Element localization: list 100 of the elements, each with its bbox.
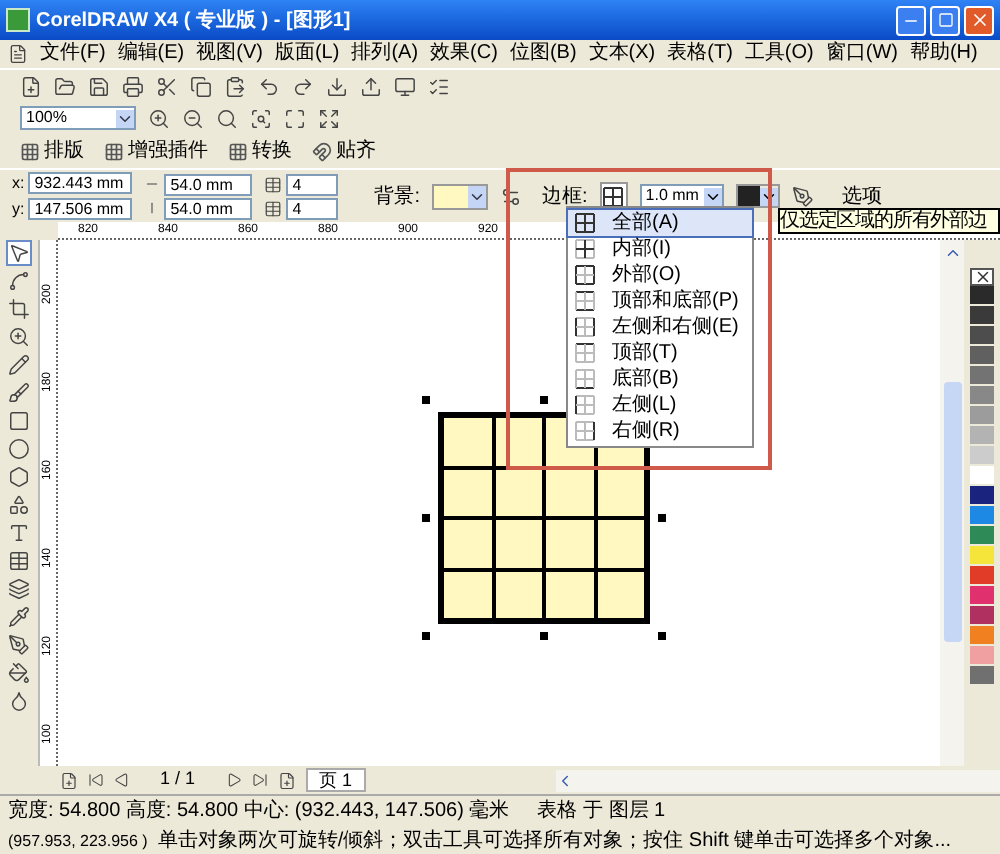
- menu-item[interactable]: 外部(O): [568, 262, 752, 288]
- color-swatch[interactable]: [970, 626, 994, 646]
- printer-icon[interactable]: [122, 75, 144, 97]
- menu-item[interactable]: 左侧(L): [568, 392, 752, 418]
- no-color-swatch[interactable]: [970, 268, 994, 286]
- toolbar-button[interactable]: 转换: [228, 136, 292, 166]
- selection-handle[interactable]: [422, 632, 430, 640]
- paint-bucket-icon[interactable]: [8, 662, 30, 684]
- zoom-fit-icon[interactable]: [284, 107, 306, 129]
- scroll-up-icon[interactable]: [943, 244, 961, 262]
- color-swatch[interactable]: [970, 486, 994, 506]
- color-swatch[interactable]: [970, 406, 994, 426]
- polygon-icon[interactable]: [8, 466, 30, 488]
- text-tool-icon[interactable]: [8, 522, 30, 544]
- width-field[interactable]: 54.0 mm: [164, 173, 253, 195]
- menu-item[interactable]: 窗口(W): [825, 42, 898, 66]
- fill-settings-icon[interactable]: [500, 185, 523, 207]
- height-field[interactable]: 54.0 mm: [164, 197, 253, 219]
- zoom-out-icon[interactable]: [182, 107, 204, 129]
- table-icon[interactable]: [8, 550, 30, 572]
- search-icon[interactable]: [216, 107, 238, 129]
- maximize-button[interactable]: [930, 5, 960, 35]
- menu-item[interactable]: 文本(X): [588, 42, 656, 66]
- menu-item[interactable]: 表格(T): [667, 42, 733, 66]
- menu-item[interactable]: 全部(A): [568, 210, 752, 236]
- menu-item[interactable]: 效果(C): [430, 42, 498, 66]
- eyedropper-icon[interactable]: [8, 606, 30, 628]
- folder-icon[interactable]: [54, 75, 76, 97]
- monitor-icon[interactable]: [394, 75, 416, 97]
- import-icon[interactable]: [326, 75, 348, 97]
- y-field[interactable]: 147.506 mm: [28, 198, 133, 220]
- pencil-icon[interactable]: [8, 354, 30, 376]
- last-page-icon[interactable]: [251, 772, 268, 788]
- list-icon[interactable]: [428, 75, 450, 97]
- paste-icon[interactable]: [224, 75, 246, 97]
- color-swatch[interactable]: [970, 346, 994, 366]
- vertical-scrollbar[interactable]: [940, 240, 964, 766]
- color-swatch[interactable]: [970, 566, 994, 586]
- pointer-icon[interactable]: [8, 242, 30, 264]
- toolbar-button[interactable]: 贴齐: [312, 136, 376, 166]
- table[interactable]: [438, 412, 650, 624]
- options-button[interactable]: 选项: [841, 181, 882, 211]
- background-color-picker[interactable]: [432, 183, 489, 209]
- crop-icon[interactable]: [8, 298, 30, 320]
- rows-field[interactable]: 4: [286, 173, 339, 195]
- droplet-icon[interactable]: [8, 690, 30, 712]
- save-icon[interactable]: [88, 75, 110, 97]
- color-swatch[interactable]: [970, 286, 994, 306]
- columns-field[interactable]: 4: [286, 197, 339, 219]
- selection-handle[interactable]: [540, 632, 548, 640]
- selection-handle[interactable]: [658, 632, 666, 640]
- menu-item[interactable]: 左侧和右侧(E): [568, 314, 752, 340]
- first-page-icon[interactable]: [88, 772, 104, 788]
- selection-handle[interactable]: [422, 396, 430, 404]
- color-swatch[interactable]: [970, 506, 994, 526]
- menu-item[interactable]: 编辑(E): [117, 42, 185, 66]
- zoom-icon[interactable]: [8, 326, 30, 348]
- horizontal-scrollbar[interactable]: [556, 769, 1000, 791]
- previous-page-icon[interactable]: [114, 772, 130, 788]
- toolbar-button[interactable]: 增强插件: [104, 136, 208, 166]
- menu-item[interactable]: 版面(L): [274, 42, 340, 66]
- scrollbar-thumb[interactable]: [943, 382, 961, 642]
- color-swatch[interactable]: [970, 366, 994, 386]
- layers-icon[interactable]: [8, 578, 30, 600]
- close-button[interactable]: [964, 5, 994, 35]
- color-swatch[interactable]: [970, 586, 994, 606]
- zoom-select[interactable]: 100%: [20, 106, 136, 130]
- color-swatch[interactable]: [970, 666, 994, 686]
- next-page-icon[interactable]: [225, 772, 242, 788]
- menu-item[interactable]: 视图(V): [196, 42, 263, 66]
- color-swatch[interactable]: [970, 646, 994, 666]
- shapes-icon[interactable]: [8, 494, 30, 516]
- copy-icon[interactable]: [190, 75, 212, 97]
- border-color-picker[interactable]: [735, 184, 780, 208]
- cut-icon[interactable]: [156, 75, 178, 97]
- rectangle-icon[interactable]: [8, 410, 30, 432]
- redo-icon[interactable]: [292, 75, 314, 97]
- zoom-selection-icon[interactable]: [250, 107, 272, 129]
- color-swatch[interactable]: [970, 326, 994, 346]
- color-swatch[interactable]: [970, 446, 994, 466]
- zoom-page-icon[interactable]: [318, 107, 340, 129]
- pen-icon[interactable]: [8, 634, 30, 656]
- color-swatch[interactable]: [970, 606, 994, 626]
- menu-item[interactable]: 顶部和底部(P): [568, 288, 752, 314]
- minimize-button[interactable]: [896, 5, 926, 35]
- page-tab[interactable]: 页 1: [305, 768, 367, 792]
- menu-item[interactable]: 排列(A): [351, 42, 419, 66]
- selection-handle[interactable]: [422, 514, 430, 522]
- export-icon[interactable]: [360, 75, 382, 97]
- brush-icon[interactable]: [8, 382, 30, 404]
- color-swatch[interactable]: [970, 526, 994, 546]
- menu-item[interactable]: 帮助(H): [909, 42, 978, 66]
- color-swatch[interactable]: [970, 306, 994, 326]
- add-page-icon[interactable]: [277, 771, 296, 789]
- x-field[interactable]: 932.443 mm: [28, 172, 133, 194]
- menu-item[interactable]: 底部(B): [568, 366, 752, 392]
- undo-icon[interactable]: [258, 75, 280, 97]
- menu-item[interactable]: 文件(F): [40, 42, 106, 66]
- menu-item[interactable]: 内部(I): [568, 236, 752, 262]
- color-swatch[interactable]: [970, 386, 994, 406]
